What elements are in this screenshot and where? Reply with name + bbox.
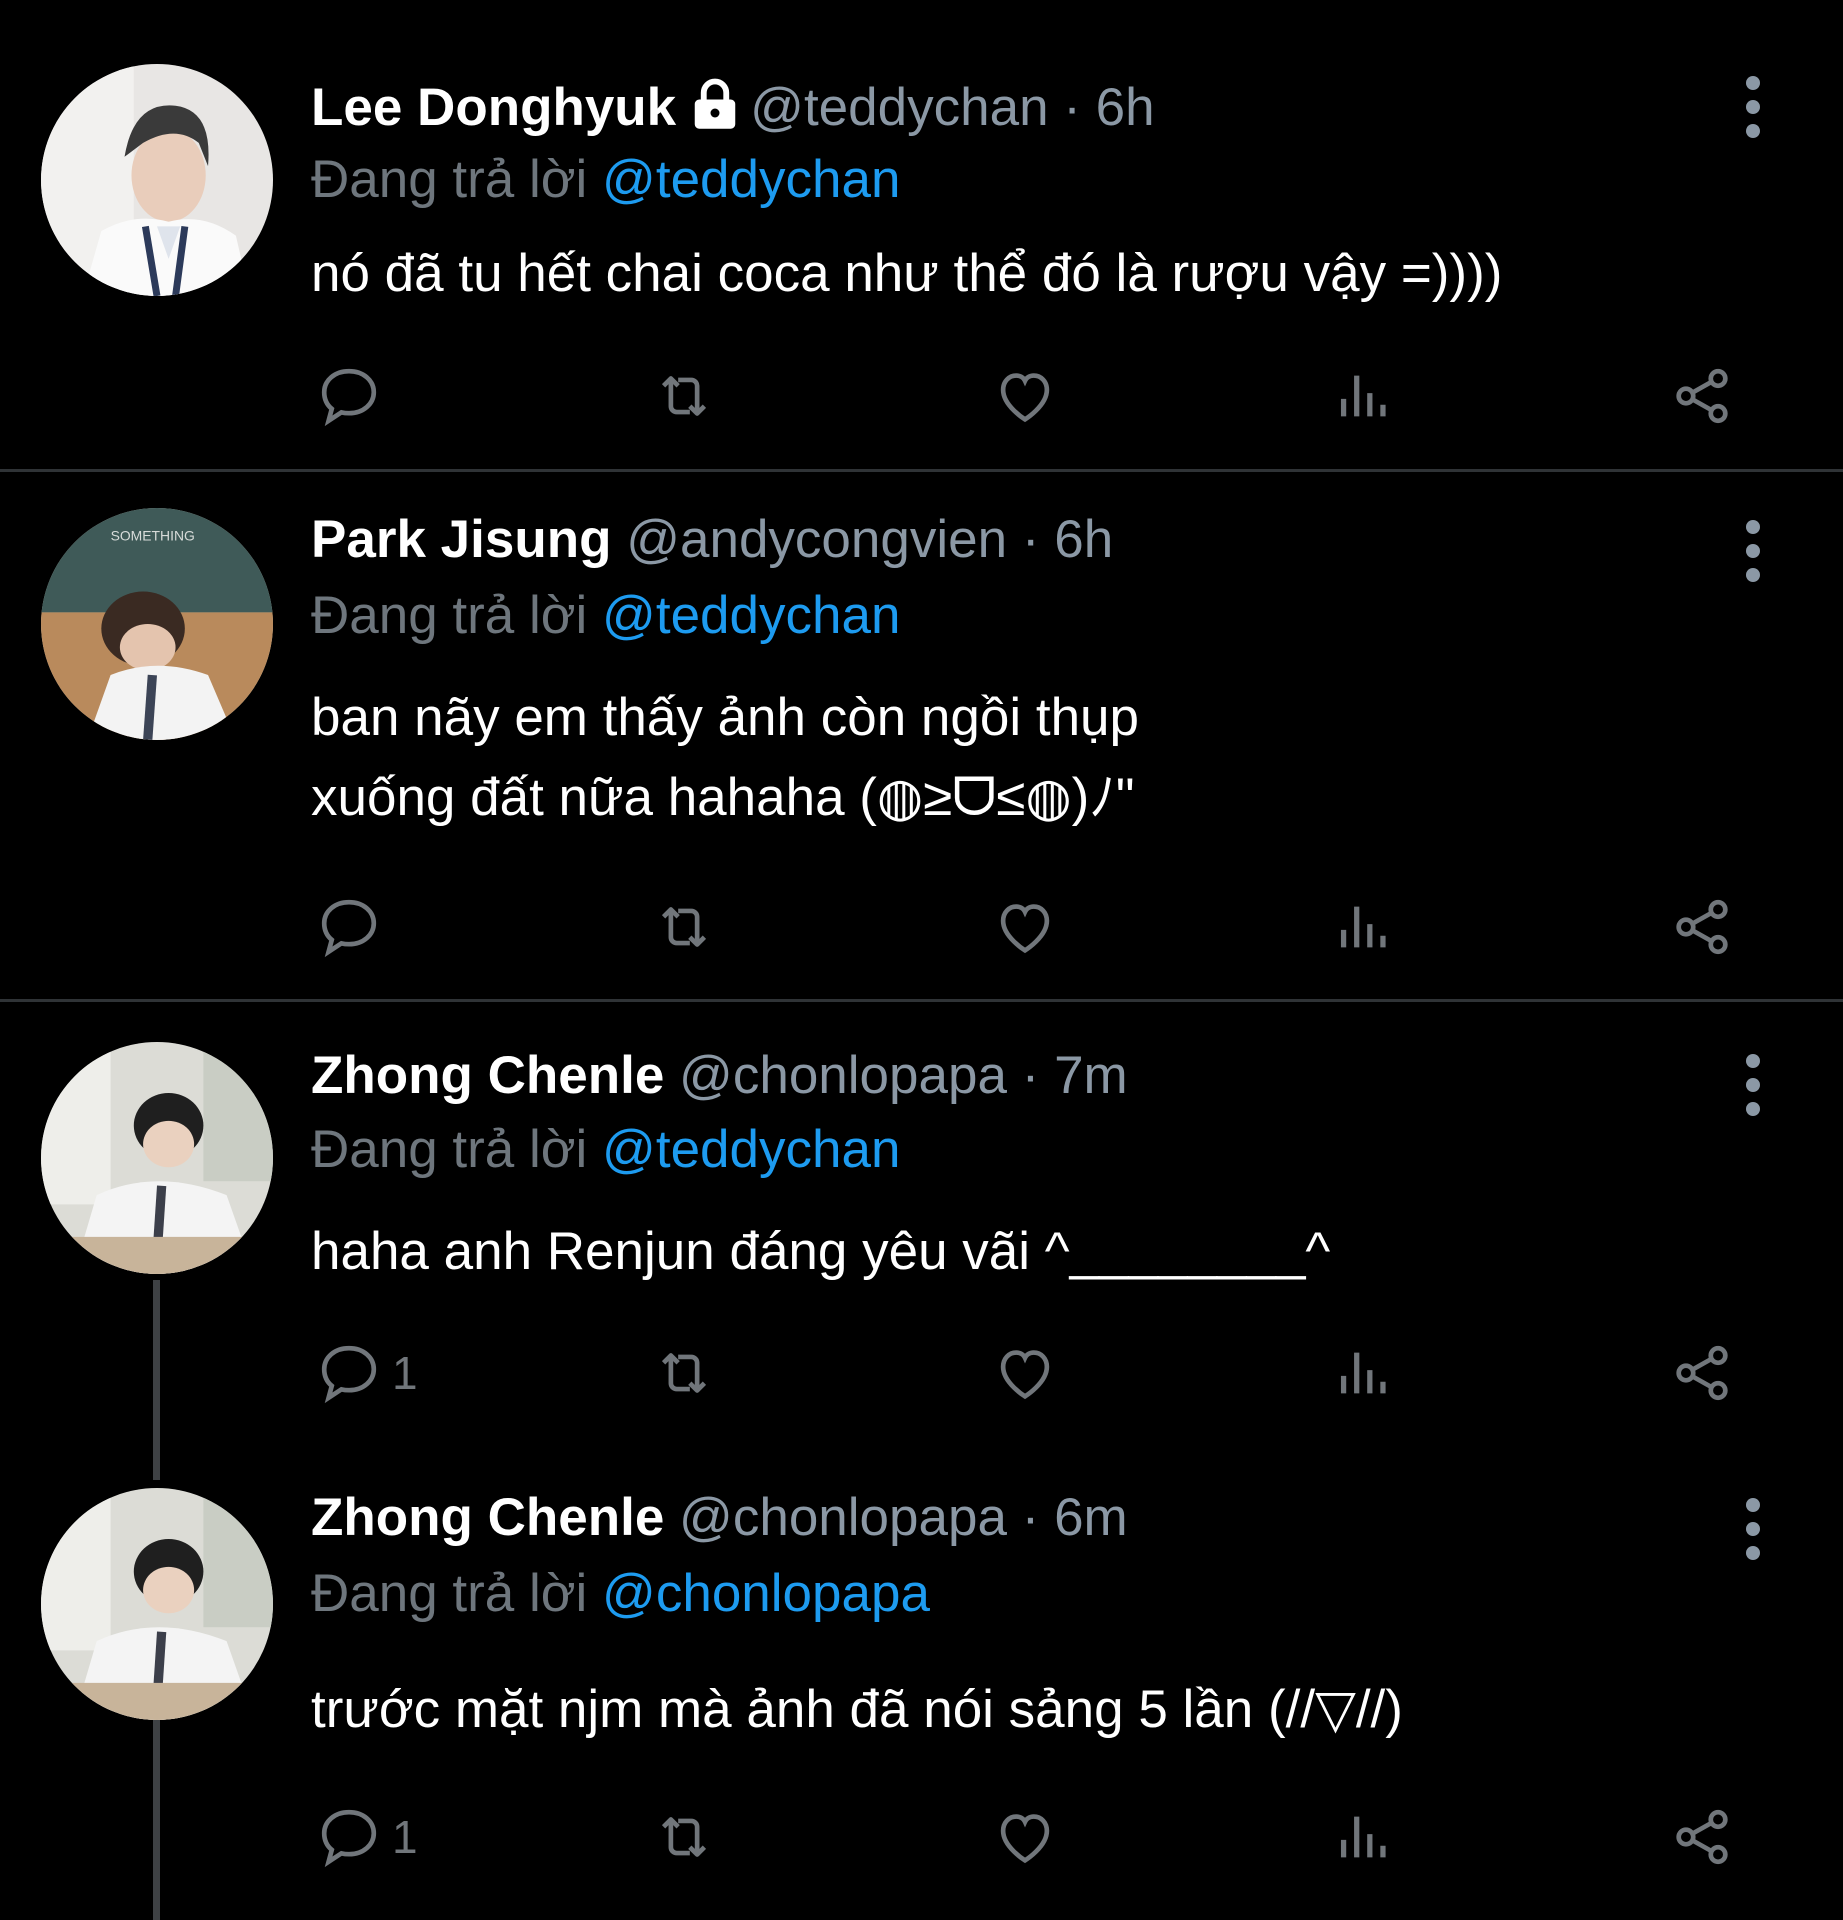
avatar[interactable] bbox=[41, 64, 273, 296]
like-button[interactable] bbox=[990, 1802, 1060, 1872]
tweet-header: Park Jisung @andycongvien · 6h bbox=[311, 508, 1113, 572]
mention-link[interactable]: @teddychan bbox=[602, 586, 900, 645]
views-button[interactable] bbox=[1329, 892, 1399, 962]
analytics-icon bbox=[1340, 906, 1386, 948]
user-handle[interactable]: @chonlopapa bbox=[679, 1046, 1007, 1105]
reply-button[interactable] bbox=[314, 892, 392, 962]
share-button[interactable] bbox=[1667, 1802, 1737, 1872]
share-icon bbox=[1676, 1809, 1728, 1865]
heart-icon bbox=[1000, 1350, 1050, 1400]
share-button[interactable] bbox=[1667, 361, 1737, 431]
views-button[interactable] bbox=[1329, 1338, 1399, 1408]
analytics-icon bbox=[1340, 1352, 1386, 1394]
display-name[interactable]: Zhong Chenle bbox=[311, 1488, 664, 1547]
tweet-header: Zhong Chenle @chonlopapa · 6m bbox=[311, 1486, 1128, 1550]
separator-dot: · bbox=[1063, 78, 1081, 137]
views-button[interactable] bbox=[1329, 361, 1399, 431]
replying-label: Đang trả lời bbox=[311, 1120, 588, 1179]
retweet-icon bbox=[661, 907, 707, 947]
reply-icon bbox=[321, 1809, 377, 1868]
svg-text:SOMETHING: SOMETHING bbox=[111, 527, 195, 543]
analytics-icon bbox=[1340, 375, 1386, 417]
like-button[interactable] bbox=[990, 1338, 1060, 1408]
analytics-icon bbox=[1340, 1816, 1386, 1858]
display-name[interactable]: Park Jisung bbox=[311, 510, 611, 569]
replying-to: Đang trả lời @teddychan bbox=[311, 1118, 900, 1182]
more-vertical-icon[interactable] bbox=[1738, 76, 1768, 148]
mention-link[interactable]: @teddychan bbox=[602, 150, 900, 209]
replying-to: Đang trả lời @chonlopapa bbox=[311, 1562, 930, 1626]
like-button[interactable] bbox=[990, 361, 1060, 431]
user-handle[interactable]: @andycongvien bbox=[626, 510, 1007, 569]
mention-link[interactable]: @chonlopapa bbox=[602, 1564, 930, 1623]
separator-dot: · bbox=[1021, 1488, 1040, 1547]
share-button[interactable] bbox=[1667, 1338, 1737, 1408]
avatar[interactable]: SOMETHING bbox=[41, 508, 273, 740]
avatar[interactable] bbox=[41, 1042, 273, 1274]
separator-dot: · bbox=[1021, 510, 1040, 569]
retweet-button[interactable] bbox=[649, 1802, 719, 1872]
tweet-header: Lee Donghyuk @teddychan · 6h bbox=[311, 76, 1155, 140]
retweet-button[interactable] bbox=[649, 361, 719, 431]
like-button[interactable] bbox=[990, 892, 1060, 962]
user-handle[interactable]: @teddychan bbox=[750, 78, 1048, 137]
share-button[interactable] bbox=[1667, 892, 1737, 962]
share-icon bbox=[1676, 1345, 1728, 1401]
reply-button[interactable]: 1 bbox=[314, 1338, 418, 1408]
more-vertical-icon[interactable] bbox=[1738, 1054, 1768, 1126]
avatar[interactable] bbox=[41, 1488, 273, 1720]
mention-link[interactable]: @teddychan bbox=[602, 1120, 900, 1179]
retweet-icon bbox=[661, 1353, 707, 1393]
share-icon bbox=[1676, 368, 1728, 424]
timestamp[interactable]: 6h bbox=[1054, 510, 1113, 569]
heart-icon bbox=[1000, 904, 1050, 954]
views-button[interactable] bbox=[1329, 1802, 1399, 1872]
heart-icon bbox=[1000, 1814, 1050, 1864]
more-vertical-icon[interactable] bbox=[1738, 1498, 1768, 1570]
reply-button[interactable] bbox=[314, 361, 392, 431]
replying-to: Đang trả lời @teddychan bbox=[311, 148, 900, 212]
tweet-header: Zhong Chenle @chonlopapa · 7m bbox=[311, 1044, 1128, 1108]
user-handle[interactable]: @chonlopapa bbox=[679, 1488, 1007, 1547]
reply-icon bbox=[321, 899, 377, 958]
reply-count: 1 bbox=[392, 1811, 418, 1863]
display-name[interactable]: Lee Donghyuk bbox=[311, 78, 676, 137]
display-name[interactable]: Zhong Chenle bbox=[311, 1046, 664, 1105]
reply-icon bbox=[321, 368, 377, 427]
lock-icon bbox=[688, 77, 742, 131]
retweet-button[interactable] bbox=[649, 1338, 719, 1408]
timestamp[interactable]: 7m bbox=[1054, 1046, 1128, 1105]
share-icon bbox=[1676, 899, 1728, 955]
more-vertical-icon[interactable] bbox=[1738, 520, 1768, 592]
tweet[interactable]: SOMETHING Park Jisung @andycongvien · 6h… bbox=[0, 472, 1843, 1000]
retweet-button[interactable] bbox=[649, 892, 719, 962]
tweet-text: nó đã tu hết chai coca như thể đó là rượ… bbox=[311, 244, 1503, 303]
reply-icon bbox=[321, 1345, 377, 1404]
tweet-text: ban nãy em thấy ảnh còn ngồi thụp xuống … bbox=[311, 688, 1139, 827]
replying-to: Đang trả lời @teddychan bbox=[311, 584, 900, 648]
tweet-text: haha anh Renjun đáng yêu vãi ^________^ bbox=[311, 1222, 1331, 1281]
replying-label: Đang trả lời bbox=[311, 1564, 588, 1623]
retweet-icon bbox=[661, 1817, 707, 1857]
timestamp[interactable]: 6h bbox=[1096, 78, 1155, 137]
reply-count: 1 bbox=[392, 1347, 418, 1399]
timestamp[interactable]: 6m bbox=[1054, 1488, 1128, 1547]
tweet[interactable]: Zhong Chenle @chonlopapa · 7m Đang trả l… bbox=[0, 1002, 1843, 1482]
replying-label: Đang trả lời bbox=[311, 150, 588, 209]
tweet-text: trước mặt njm mà ảnh đã nói sảng 5 lần (… bbox=[311, 1680, 1403, 1739]
retweet-icon bbox=[661, 376, 707, 416]
reply-button[interactable]: 1 bbox=[314, 1802, 418, 1872]
replying-label: Đang trả lời bbox=[311, 586, 588, 645]
separator-dot: · bbox=[1021, 1046, 1040, 1105]
heart-icon bbox=[1000, 373, 1050, 423]
tweet[interactable]: Lee Donghyuk @teddychan · 6h Đang trả lời… bbox=[0, 0, 1843, 470]
tweet[interactable]: Zhong Chenle @chonlopapa · 6m Đang trả l… bbox=[0, 1482, 1843, 1920]
